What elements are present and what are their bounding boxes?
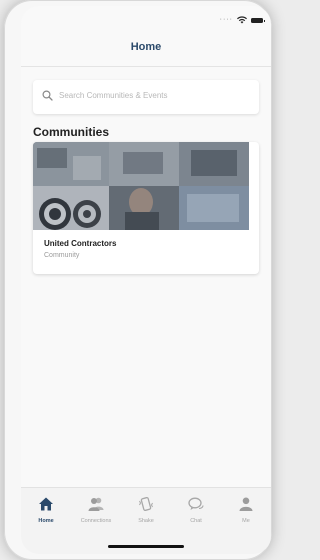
- people-icon: [88, 497, 104, 511]
- tab-me-label: Me: [242, 518, 250, 524]
- navigation-bar: Home: [21, 32, 271, 67]
- tab-connections[interactable]: Connections: [71, 488, 121, 536]
- community-cover-image: [33, 142, 249, 230]
- wifi-icon: [237, 16, 247, 24]
- status-bar: ····: [21, 6, 271, 32]
- home-icon: [39, 497, 53, 511]
- communities-section-title: Communities: [33, 125, 110, 139]
- tab-connections-label: Connections: [80, 518, 112, 524]
- tab-home[interactable]: Home: [21, 488, 71, 536]
- community-type: Community: [44, 252, 80, 259]
- search-icon: [42, 90, 53, 101]
- tab-bar: Home Connections Shake Chat Me: [21, 487, 271, 554]
- tab-shake[interactable]: Shake: [121, 488, 171, 536]
- home-indicator: [108, 545, 184, 548]
- chat-icon: [188, 497, 204, 510]
- tab-chat-label: Chat: [190, 518, 202, 524]
- tab-chat[interactable]: Chat: [171, 488, 221, 536]
- page-title: Home: [130, 41, 162, 53]
- app-screen: ···· Home Search Communities & Events Co…: [21, 6, 271, 554]
- battery-icon: [251, 18, 265, 23]
- tab-home-label: Home: [38, 518, 54, 524]
- person-icon: [239, 497, 253, 511]
- signal-indicator: ····: [219, 16, 233, 23]
- tab-me[interactable]: Me: [221, 488, 271, 536]
- shake-icon: [139, 496, 153, 512]
- tab-shake-label: Shake: [138, 518, 154, 524]
- search-placeholder: Search Communities & Events: [59, 91, 168, 100]
- search-input[interactable]: Search Communities & Events: [33, 80, 259, 114]
- community-name: United Contractors: [44, 239, 117, 248]
- community-card[interactable]: United Contractors Community: [33, 142, 259, 274]
